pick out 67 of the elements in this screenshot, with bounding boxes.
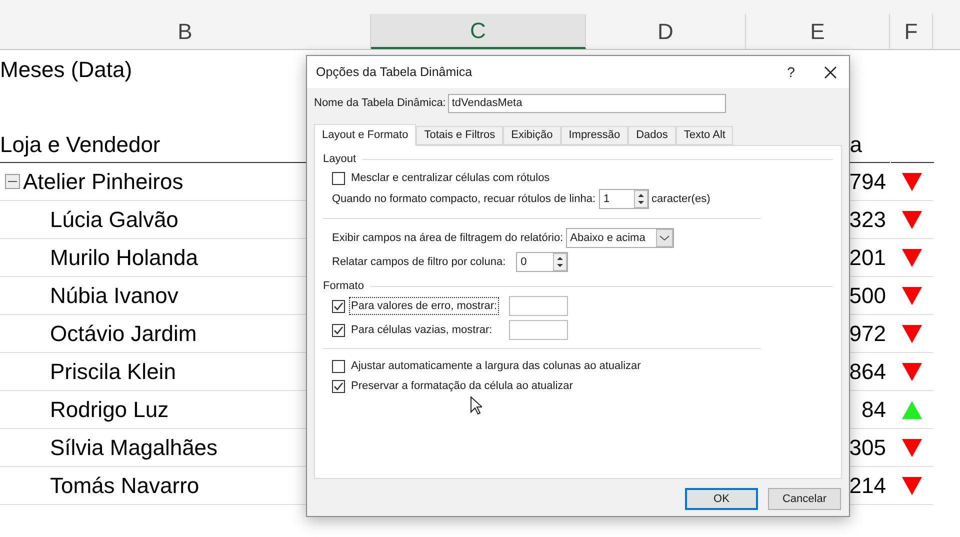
row-label: Priscila Klein [50,358,176,386]
unit-label: caracter(es) [652,192,710,207]
checkbox[interactable] [332,380,345,392]
value-cell-text: 864 [849,358,886,386]
value-cell-text: 500 [849,282,886,310]
spin-arrows-icon [634,190,648,208]
row-label: Rodrigo Luz [50,396,169,424]
checkbox[interactable] [332,324,345,336]
name-field[interactable]: tdVendasMeta [448,94,726,112]
value-cell-text: 794 [849,168,886,196]
spin-field[interactable]: 0 [516,252,568,272]
tab[interactable]: Exibição [503,126,561,145]
column-header[interactable]: C [371,14,586,49]
value-cell-text: 214 [849,472,886,500]
column-header[interactable]: F [890,14,933,49]
name-label: Nome da Tabela Dinâmica: [314,96,446,111]
empty-cell-field[interactable] [509,320,568,340]
spin-arrows-icon [552,253,567,271]
checkbox-label: Mesclar e centralizar células com rótulos [350,170,551,186]
check-icon [333,300,344,312]
value-header: a [850,130,862,158]
mouse-pointer-icon [470,396,482,415]
check-icon [333,380,344,392]
spin-field[interactable]: 1 [598,189,649,209]
row-header: Loja e Vendedor [0,130,160,159]
tab[interactable]: Totais e Filtros [416,126,504,145]
close-icon[interactable] [824,66,837,78]
row-label: Murilo Holanda [50,244,198,272]
dialog-title: Opções da Tabela Dinâmica [316,64,474,81]
tab[interactable]: Dados [628,126,676,145]
row-label: Lúcia Galvão [50,206,178,234]
checkbox-label: Preservar a formatação da célula ao atualizar [350,378,574,394]
section-label: Layout [323,152,356,167]
checkbox-label: Para valores de erro, mostrar: [349,296,500,316]
value-cell-text: 201 [849,244,886,272]
ok-button[interactable]: OK [685,488,758,510]
indent-label: Quando no formato compacto, recuar rótulos de linha: [332,192,596,207]
filter-columns-label: Relatar campos de filtro por coluna: [332,254,506,270]
row-label: Sílvia Magalhães [50,434,218,462]
checkbox[interactable] [332,300,345,312]
check-icon [333,324,344,336]
column-header[interactable]: D [586,14,746,49]
value-cell-text: 972 [849,320,886,348]
collapse-icon[interactable] [5,174,20,189]
checkbox-label: Ajustar automaticamente a largura das colunas ao atualizar [350,358,642,374]
filter-label: Meses (Data) [0,56,132,84]
tab[interactable]: Layout e Formato [314,124,416,146]
checkbox-label: Para células vazias, mostrar: [350,322,494,338]
row-label: Tomás Navarro [50,472,200,500]
value-cell-text: 84 [862,396,886,424]
checkbox[interactable] [332,360,345,372]
group-label: Atelier Pinheiros [23,168,184,196]
section-label: Formato [323,278,364,294]
cancel-button[interactable]: Cancelar [768,488,841,510]
value-cell-text: 305 [849,434,886,462]
checkbox[interactable] [332,172,345,184]
dropdown[interactable]: Abaixo e acima [566,228,674,248]
tab[interactable]: Impressão [560,126,628,145]
tab[interactable]: Texto Alt [676,126,734,145]
filter-area-label: Exibir campos na área de filtragem do relatório: [332,230,564,246]
row-label: Núbia Ivanov [50,282,178,310]
row-label: Octávio Jardim [50,320,197,348]
chevron-down-icon [656,229,674,247]
column-header[interactable]: E [746,14,890,49]
value-cell-text: 323 [849,206,886,234]
error-value-field[interactable] [509,296,568,316]
help-button[interactable]: ? [776,62,806,82]
